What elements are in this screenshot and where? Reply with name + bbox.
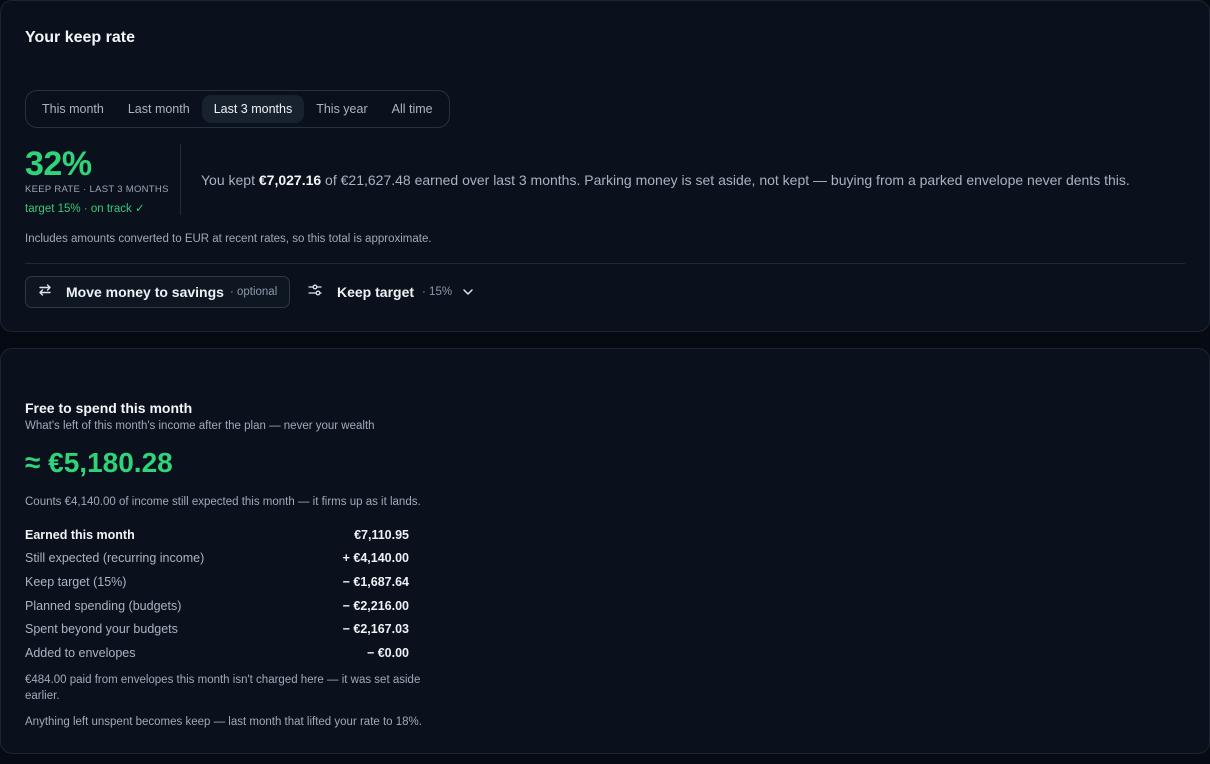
breakdown-value: + €4,140.00: [342, 551, 409, 566]
optional-tag: · optional: [229, 286, 278, 298]
kept-amount: €7,027.16: [258, 172, 322, 188]
sliders-icon: [307, 283, 323, 302]
breakdown-label: Added to envelopes: [25, 645, 136, 660]
period-tabs: This month Last month Last 3 months This…: [25, 90, 450, 128]
unspent-note: Anything left unspent becomes keep — las…: [25, 716, 422, 728]
breakdown-value: − €2,216.00: [342, 598, 409, 613]
breakdown-row: Earned this month €7,110.95: [25, 523, 409, 547]
keep-rate-title: Your keep rate: [25, 29, 135, 46]
chevron-down-icon: [462, 288, 474, 296]
free-to-spend-subtitle: What's left of this month's income after…: [25, 420, 375, 432]
keep-rate-label: KEEP RATE · LAST 3 MONTHS: [25, 184, 169, 195]
kept-suffix: of €21,627.48 earned over last 3 months.…: [321, 172, 1130, 188]
kept-summary: You kept €7,027.16 of €21,627.48 earned …: [201, 172, 1130, 188]
tab-this-month[interactable]: This month: [30, 95, 116, 123]
keep-target-label: Keep target: [337, 284, 415, 300]
free-to-spend-amount: ≈ €5,180.28: [25, 447, 173, 478]
breakdown-row: Planned spending (budgets) − €2,216.00: [25, 594, 409, 618]
envelope-note: €484.00 paid from envelopes this month i…: [25, 674, 421, 702]
breakdown-row: Spent beyond your budgets − €2,167.03: [25, 617, 409, 641]
breakdown-label: Keep target (15%): [25, 574, 127, 589]
swap-arrows-icon: [38, 283, 52, 302]
keep-rate-card: Your keep rate This month Last month Las…: [0, 0, 1210, 332]
horizontal-divider: [25, 263, 1185, 264]
breakdown-label: Earned this month: [25, 527, 135, 542]
vertical-divider: [180, 144, 181, 215]
breakdown-row: Keep target (15%) − €1,687.64: [25, 570, 409, 594]
breakdown-value: − €0.00: [366, 645, 409, 660]
tab-all-time[interactable]: All time: [380, 95, 445, 123]
expected-income-note: Counts €4,140.00 of income still expecte…: [25, 496, 421, 508]
breakdown-row: Still expected (recurring income) + €4,1…: [25, 547, 409, 571]
breakdown-row: Added to envelopes − €0.00: [25, 641, 409, 665]
move-to-savings-button[interactable]: Move money to savings · optional: [25, 276, 290, 308]
keep-target-button[interactable]: Keep target · 15%: [307, 276, 474, 308]
breakdown-value: €7,110.95: [354, 527, 409, 542]
tab-last-3-months[interactable]: Last 3 months: [201, 95, 305, 123]
breakdown-label: Still expected (recurring income): [25, 551, 205, 566]
keep-rate-percent: 32%: [25, 145, 92, 183]
breakdown-list: Earned this month €7,110.95 Still expect…: [25, 523, 409, 665]
target-status: target 15% · on track ✓: [25, 203, 145, 215]
move-to-savings-label: Move money to savings: [66, 284, 224, 300]
tab-last-month[interactable]: Last month: [116, 95, 202, 123]
fx-note: Includes amounts converted to EUR at rec…: [25, 233, 432, 245]
breakdown-label: Spent beyond your budgets: [25, 622, 178, 637]
keep-target-value: · 15%: [422, 286, 453, 298]
breakdown-value: − €1,687.64: [342, 574, 409, 589]
breakdown-value: − €2,167.03: [342, 622, 409, 637]
kept-prefix: You kept: [201, 172, 259, 188]
free-to-spend-card: Free to spend this month What's left of …: [0, 348, 1210, 754]
breakdown-label: Planned spending (budgets): [25, 598, 182, 613]
free-to-spend-title: Free to spend this month: [25, 400, 193, 416]
tab-this-year[interactable]: This year: [304, 95, 379, 123]
